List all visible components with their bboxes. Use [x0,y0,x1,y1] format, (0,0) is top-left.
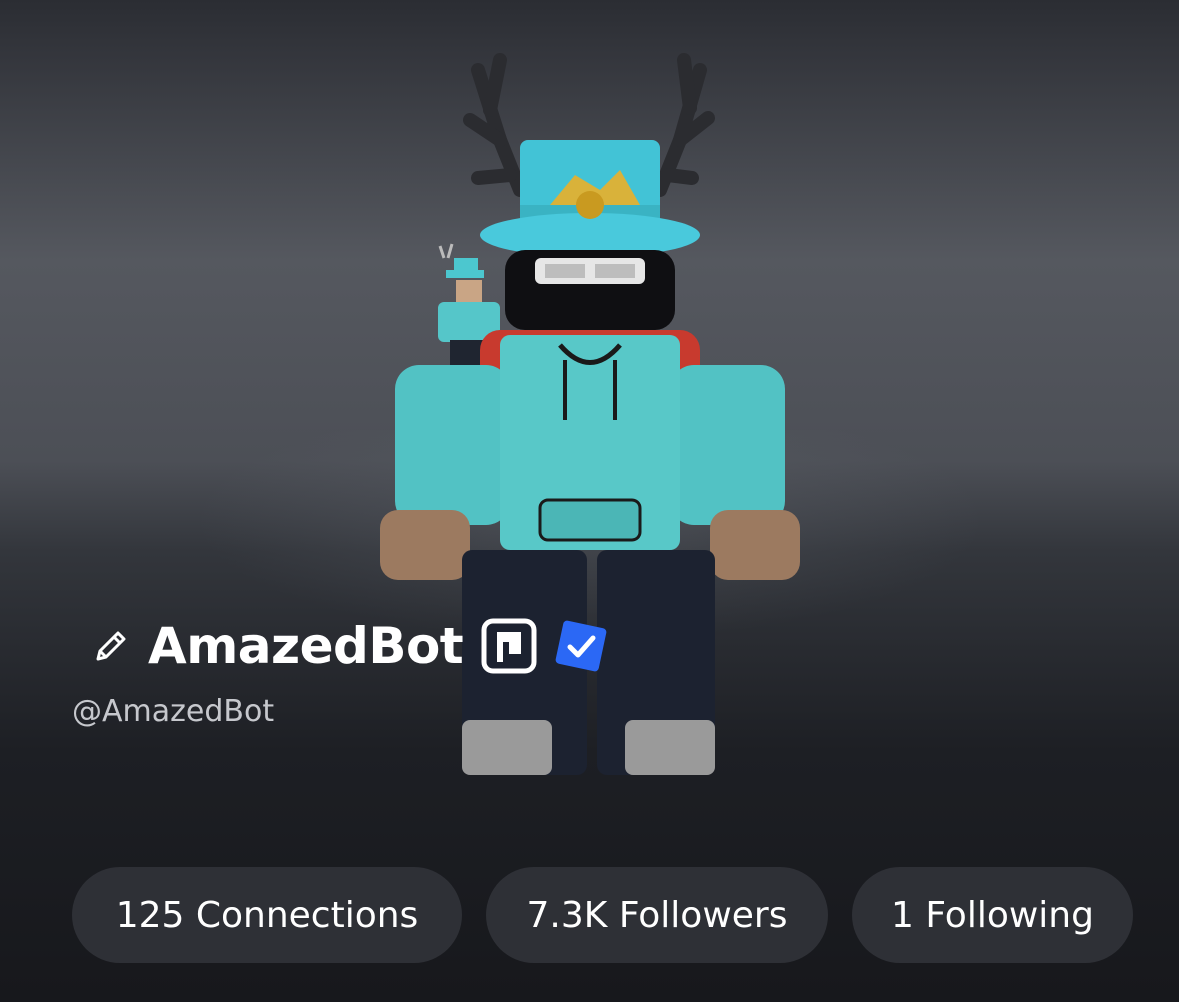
display-name: AmazedBot [148,617,464,675]
profile-name-row: AmazedBot [88,614,609,678]
pencil-icon[interactable] [88,623,134,669]
following-button[interactable]: 1 Following [852,867,1133,963]
head [505,250,675,330]
avatar-image [380,53,800,775]
premium-icon [481,618,537,674]
hoodie [500,335,680,550]
avatar-3d-viewer[interactable] [0,0,1179,1002]
followers-button[interactable]: 7.3K Followers [486,867,828,963]
verified-checkmark-icon [553,618,609,674]
username: @AmazedBot [72,694,275,729]
connections-button[interactable]: 125 Connections [72,867,462,963]
